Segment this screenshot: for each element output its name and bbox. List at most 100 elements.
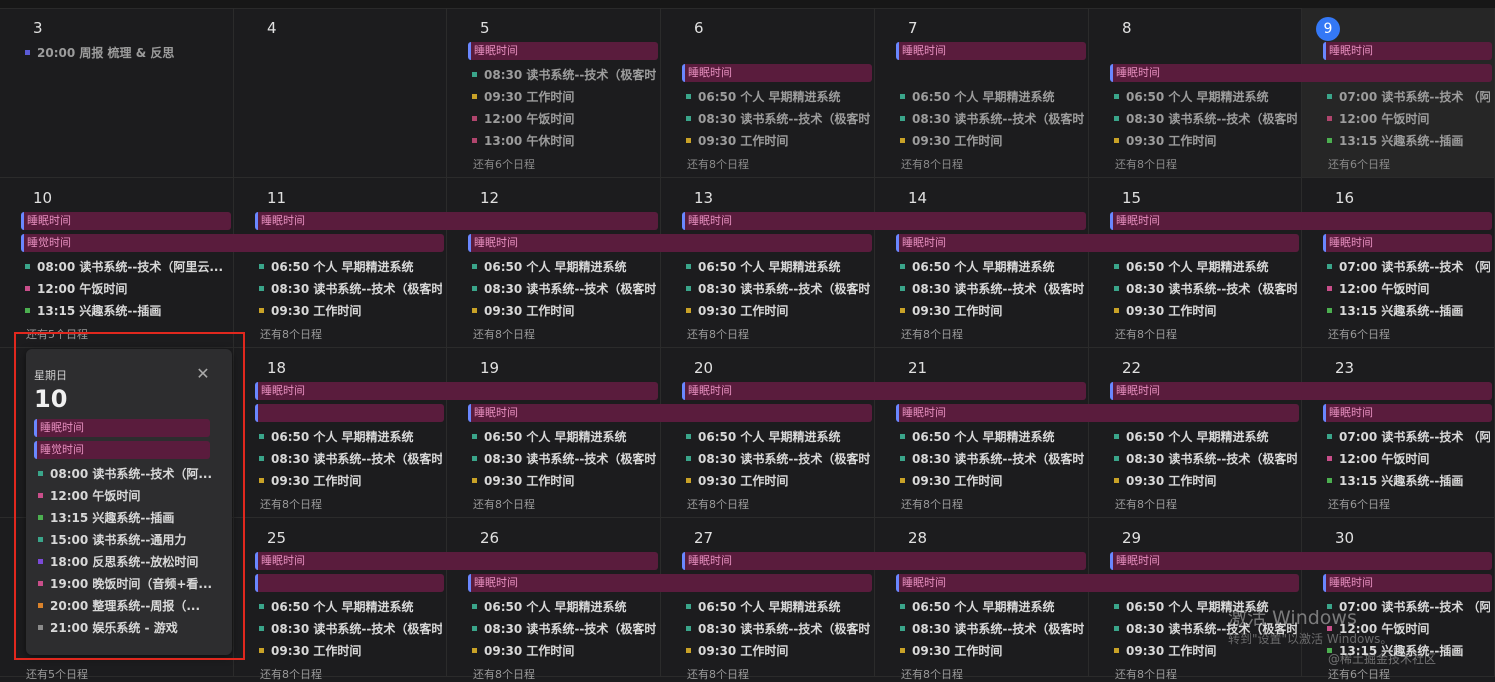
day-number[interactable]: 14: [908, 189, 927, 207]
all-day-event-bar[interactable]: 睡眠时间: [1110, 552, 1492, 570]
more-events-link[interactable]: 还有8个日程: [687, 666, 749, 682]
all-day-event-bar[interactable]: 睡眠时间: [682, 382, 1086, 400]
event-item[interactable]: 06:50 个人 早期精进系统: [1114, 258, 1297, 276]
more-events-link[interactable]: 还有8个日程: [687, 326, 749, 342]
more-events-link[interactable]: 还有6个日程: [1328, 326, 1390, 342]
day-number[interactable]: 12: [480, 189, 499, 207]
all-day-event-bar[interactable]: [255, 404, 444, 422]
day-number[interactable]: 3: [33, 19, 43, 37]
all-day-event-bar[interactable]: 睡眠时间: [896, 42, 1086, 60]
event-item[interactable]: 08:30 读书系统--技术（极客时...: [686, 110, 870, 128]
event-item[interactable]: 08:30 读书系统--技术（极客时...: [900, 280, 1084, 298]
event-item[interactable]: 06:50 个人 早期精进系统: [472, 428, 656, 446]
day-number[interactable]: 13: [694, 189, 713, 207]
event-item[interactable]: 08:00 读书系统--技术（阿里云...: [25, 258, 229, 276]
all-day-event-bar[interactable]: 睡眠时间: [1323, 404, 1492, 422]
event-item[interactable]: 07:00 读书系统--技术 （阿里云...: [1327, 428, 1490, 446]
day-cell[interactable]: 9 07:00 读书系统--技术 （阿里云... 12:00 午饭时间 13:15 兴…: [1302, 8, 1495, 178]
day-number[interactable]: 16: [1335, 189, 1354, 207]
all-day-event-bar[interactable]: 睡眠时间: [21, 212, 231, 230]
event-item[interactable]: 07:00 读书系统--技术 （阿里云...: [1327, 88, 1490, 106]
day-number[interactable]: 15: [1122, 189, 1141, 207]
event-item[interactable]: 06:50 个人 早期精进系统: [686, 428, 870, 446]
event-item[interactable]: 12:00 午饭时间: [472, 110, 656, 128]
event-item[interactable]: 13:15 兴趣系统--插画: [1327, 472, 1490, 490]
more-events-link[interactable]: 还有6个日程: [1328, 156, 1390, 172]
day-number[interactable]: 22: [1122, 359, 1141, 377]
all-day-event-bar[interactable]: 睡眠时间: [1323, 42, 1492, 60]
event-item[interactable]: 06:50 个人 早期精进系统: [900, 428, 1084, 446]
all-day-event-bar[interactable]: 睡眠时间: [896, 574, 1299, 592]
event-item[interactable]: 08:30 读书系统--技术（极客时...: [472, 280, 656, 298]
day-cell[interactable]: 14 06:50 个人 早期精进系统 08:30 读书系统--技术（极客时... 09…: [875, 178, 1089, 348]
event-item[interactable]: 06:50 个人 早期精进系统: [686, 258, 870, 276]
event-item[interactable]: 09:30 工作时间: [1114, 302, 1297, 320]
day-number[interactable]: 4: [267, 19, 277, 37]
more-events-link[interactable]: 还有8个日程: [687, 496, 749, 512]
day-number[interactable]: 5: [480, 19, 490, 37]
event-item[interactable]: 09:30 工作时间: [686, 472, 870, 490]
event-item[interactable]: 08:30 读书系统--技术（极客时...: [900, 110, 1084, 128]
event-item[interactable]: 08:30 读书系统--技术（极客时...: [900, 620, 1084, 638]
day-cell[interactable]: 29 06:50 个人 早期精进系统 08:30 读书系统--技术（极客时... 09…: [1089, 518, 1302, 681]
event-item[interactable]: 12:00 午饭时间: [1327, 280, 1490, 298]
day-number[interactable]: 6: [694, 19, 704, 37]
more-events-link[interactable]: 还有8个日程: [901, 326, 963, 342]
day-cell[interactable]: 3 20:00 周报 梳理 & 反思: [0, 8, 234, 178]
event-item[interactable]: 09:30 工作时间: [472, 88, 656, 106]
event-item[interactable]: 08:30 读书系统--技术（极客时...: [1114, 110, 1297, 128]
event-item[interactable]: 09:30 工作时间: [259, 642, 442, 660]
day-cell[interactable]: 20 06:50 个人 早期精进系统 08:30 读书系统--技术（极客时... 09…: [661, 348, 875, 518]
event-item[interactable]: 06:50 个人 早期精进系统: [1114, 428, 1297, 446]
more-events-link[interactable]: 还有8个日程: [1115, 666, 1177, 682]
event-item[interactable]: 08:30 读书系统--技术（极客时...: [259, 620, 442, 638]
all-day-event-bar[interactable]: 睡眠时间: [468, 404, 872, 422]
event-item[interactable]: 09:30 工作时间: [1114, 472, 1297, 490]
event-item[interactable]: 08:30 读书系统--技术（极客时...: [686, 620, 870, 638]
day-cell[interactable]: 28 06:50 个人 早期精进系统 08:30 读书系统--技术（极客时... 09…: [875, 518, 1089, 681]
event-item[interactable]: 07:00 读书系统--技术 （阿里云...: [1327, 258, 1490, 276]
day-cell[interactable]: 22 06:50 个人 早期精进系统 08:30 读书系统--技术（极客时... 09…: [1089, 348, 1302, 518]
day-cell[interactable]: 11 06:50 个人 早期精进系统 08:30 读书系统--技术（极客时... 09…: [234, 178, 447, 348]
more-events-link[interactable]: 还有6个日程: [1328, 496, 1390, 512]
day-number[interactable]: 20: [694, 359, 713, 377]
event-item[interactable]: 13:15 兴趣系统--插画: [25, 302, 229, 320]
day-cell[interactable]: 19 06:50 个人 早期精进系统 08:30 读书系统--技术（极客时... 09…: [447, 348, 661, 518]
all-day-event-bar[interactable]: 睡眠时间: [468, 574, 872, 592]
more-events-link[interactable]: 还有8个日程: [260, 496, 322, 512]
day-cell[interactable]: 4: [234, 8, 447, 178]
more-events-link[interactable]: 还有8个日程: [473, 326, 535, 342]
day-cell[interactable]: 5 08:30 读书系统--技术（极客时... 09:30 工作时间 12:00 午饭…: [447, 8, 661, 178]
event-item[interactable]: 20:00 周报 梳理 & 反思: [25, 44, 229, 62]
more-events-link[interactable]: 还有8个日程: [260, 326, 322, 342]
day-number[interactable]: 10: [33, 189, 52, 207]
event-item[interactable]: 09:30 工作时间: [900, 642, 1084, 660]
event-item[interactable]: 09:30 工作时间: [259, 302, 442, 320]
event-item[interactable]: 09:30 工作时间: [472, 302, 656, 320]
event-item[interactable]: 09:30 工作时间: [686, 302, 870, 320]
event-item[interactable]: 06:50 个人 早期精进系统: [900, 258, 1084, 276]
all-day-event-bar[interactable]: 睡眠时间: [468, 234, 872, 252]
all-day-event-bar[interactable]: 睡眠时间: [896, 234, 1299, 252]
event-item[interactable]: 09:30 工作时间: [686, 132, 870, 150]
event-item[interactable]: 06:50 个人 早期精进系统: [472, 598, 656, 616]
event-item[interactable]: 08:30 读书系统--技术（极客时...: [686, 280, 870, 298]
day-cell[interactable]: 21 06:50 个人 早期精进系统 08:30 读书系统--技术（极客时... 09…: [875, 348, 1089, 518]
all-day-event-bar[interactable]: 睡眠时间: [1323, 574, 1492, 592]
day-cell[interactable]: 18 06:50 个人 早期精进系统 08:30 读书系统--技术（极客时... 09…: [234, 348, 447, 518]
event-item[interactable]: 12:00 午饭时间: [25, 280, 229, 298]
more-events-link[interactable]: 还有8个日程: [1115, 326, 1177, 342]
all-day-event-bar[interactable]: 睡眠时间: [682, 64, 872, 82]
more-events-link[interactable]: 还有8个日程: [473, 666, 535, 682]
day-number[interactable]: 30: [1335, 529, 1354, 547]
event-item[interactable]: 06:50 个人 早期精进系统: [1114, 88, 1297, 106]
more-events-link[interactable]: 还有8个日程: [1115, 156, 1177, 172]
event-item[interactable]: 09:30 工作时间: [472, 642, 656, 660]
event-item[interactable]: 09:30 工作时间: [900, 132, 1084, 150]
more-events-link[interactable]: 还有8个日程: [1115, 496, 1177, 512]
event-item[interactable]: 13:00 午休时间: [472, 132, 656, 150]
day-cell[interactable]: 8 06:50 个人 早期精进系统 08:30 读书系统--技术（极客时... 09:…: [1089, 8, 1302, 178]
event-item[interactable]: 06:50 个人 早期精进系统: [472, 258, 656, 276]
all-day-event-bar[interactable]: 睡眠时间: [255, 382, 658, 400]
day-number[interactable]: 28: [908, 529, 927, 547]
